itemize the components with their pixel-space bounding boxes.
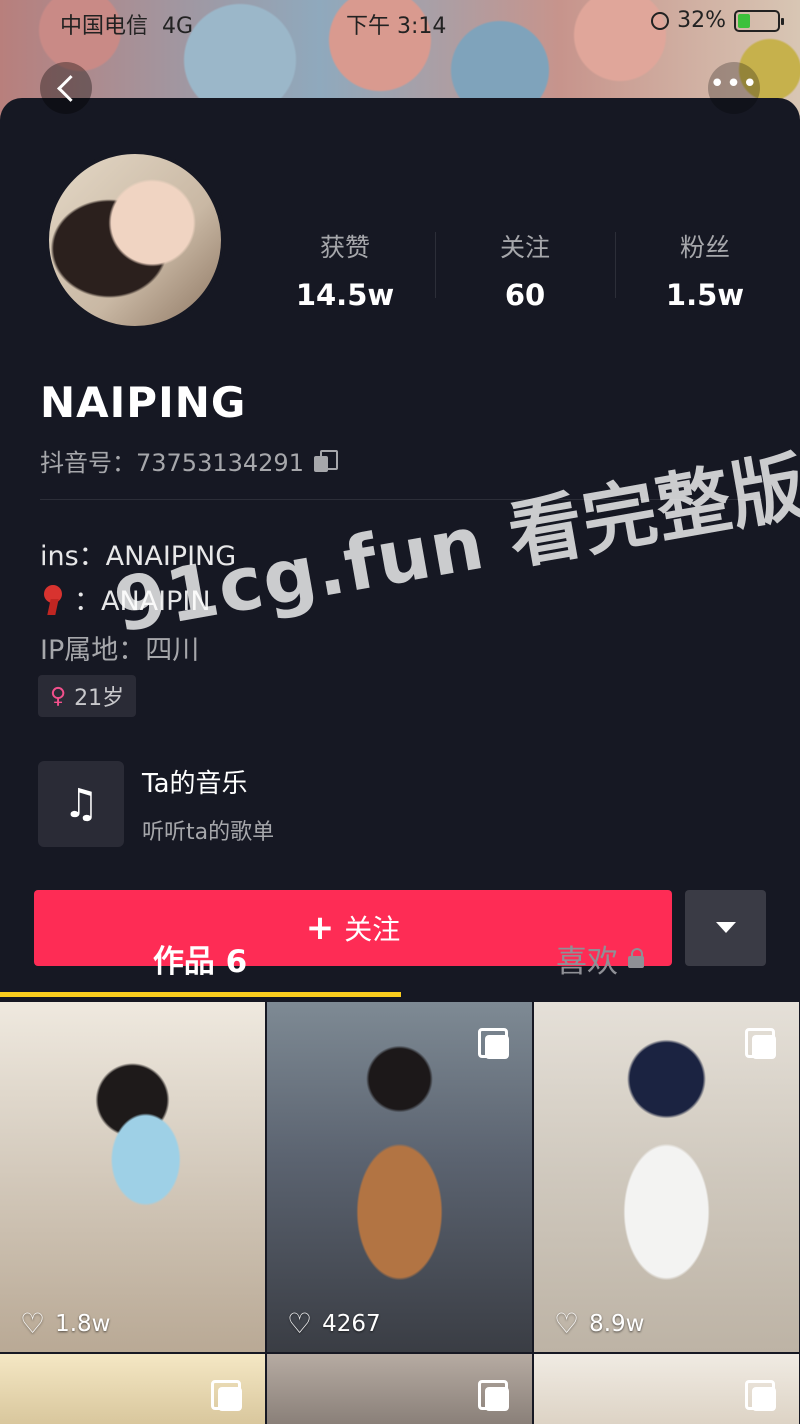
music-title: Ta的音乐: [142, 768, 248, 799]
ip-location: IP属地：四川: [40, 635, 200, 666]
stat-label: 粉丝: [679, 233, 730, 262]
clock: 下午 3:14: [346, 14, 447, 39]
battery-icon: [734, 9, 784, 32]
post-grid: ♡ 1.8w ♡ 4267 ♡ 8.9w: [0, 1002, 800, 1424]
avatar[interactable]: [45, 150, 225, 330]
multi-image-icon: [478, 1380, 510, 1412]
stat-value: 1.5w: [665, 278, 745, 312]
tab-indicator: [0, 992, 401, 997]
like-count: 1.8w: [55, 1311, 111, 1337]
post-thumbnail[interactable]: [0, 1354, 265, 1424]
copy-icon[interactable]: [313, 449, 338, 472]
stat-label: 获赞: [319, 233, 370, 262]
profile-stats: 获赞 14.5w 关注 60 粉丝 1.5w: [255, 228, 795, 312]
tab-works[interactable]: 作品 6: [0, 918, 400, 998]
post-thumbnail[interactable]: ♡ 8.9w: [534, 1002, 799, 1352]
tab-likes[interactable]: 喜欢: [400, 918, 800, 998]
stat-likes[interactable]: 获赞 14.5w: [255, 228, 435, 312]
heart-icon: ♡: [554, 1307, 580, 1340]
divider: [40, 499, 762, 500]
music-subtitle: 听听ta的歌单: [142, 819, 275, 845]
heart-icon: ♡: [287, 1307, 313, 1340]
back-icon[interactable]: [40, 62, 92, 114]
more-icon[interactable]: •••: [708, 62, 760, 114]
female-icon: ♀: [50, 683, 67, 709]
like-count: 8.9w: [589, 1311, 645, 1337]
music-entry[interactable]: ♫ Ta的音乐 听听ta的歌单: [38, 761, 274, 847]
bio-line-ins: ins：ANAIPING: [40, 541, 237, 572]
stat-value: 14.5w: [295, 278, 395, 312]
age-tag: ♀ 21岁: [38, 675, 137, 717]
multi-image-icon: [211, 1380, 243, 1412]
status-right: 32%: [651, 8, 784, 33]
stat-followers[interactable]: 粉丝 1.5w: [615, 228, 795, 312]
orientation-lock-icon: [651, 11, 670, 30]
tab-likes-label: 喜欢: [556, 944, 618, 980]
music-note-icon: ♫: [38, 761, 124, 847]
battery-fill: [738, 13, 751, 28]
multi-image-icon: [745, 1380, 777, 1412]
heart-icon: ♡: [20, 1307, 46, 1340]
stat-value: 60: [504, 278, 546, 312]
douyin-id-text: 抖音号：73753134291: [40, 449, 304, 477]
post-likes: ♡ 4267: [287, 1310, 381, 1338]
multi-image-icon: [478, 1028, 510, 1060]
profile-tabs: 作品 6 喜欢: [0, 918, 800, 998]
status-bar: 中国电信 4G 下午 3:14 32%: [0, 0, 800, 44]
carrier: 中国电信 4G: [60, 14, 194, 39]
redbook-icon: [40, 583, 66, 615]
stat-following[interactable]: 关注 60: [435, 228, 615, 312]
douyin-id: 抖音号：73753134291: [40, 443, 338, 478]
bio-text: ：ANAIPIN: [74, 586, 211, 617]
age-text: 21岁: [74, 686, 125, 711]
post-thumbnail[interactable]: ♡ 1.8w: [0, 1002, 265, 1352]
profile-name: NAIPING: [40, 378, 247, 427]
post-likes: ♡ 1.8w: [20, 1310, 111, 1338]
post-likes: ♡ 8.9w: [554, 1310, 645, 1338]
post-thumbnail[interactable]: [267, 1354, 532, 1424]
bio-line-redbook: ：ANAIPIN: [40, 579, 211, 618]
like-count: 4267: [322, 1311, 381, 1337]
lock-icon: [628, 948, 644, 968]
stat-label: 关注: [499, 233, 550, 262]
post-thumbnail[interactable]: [534, 1354, 799, 1424]
battery-percent: 32%: [677, 8, 726, 33]
multi-image-icon: [745, 1028, 777, 1060]
post-thumbnail[interactable]: ♡ 4267: [267, 1002, 532, 1352]
